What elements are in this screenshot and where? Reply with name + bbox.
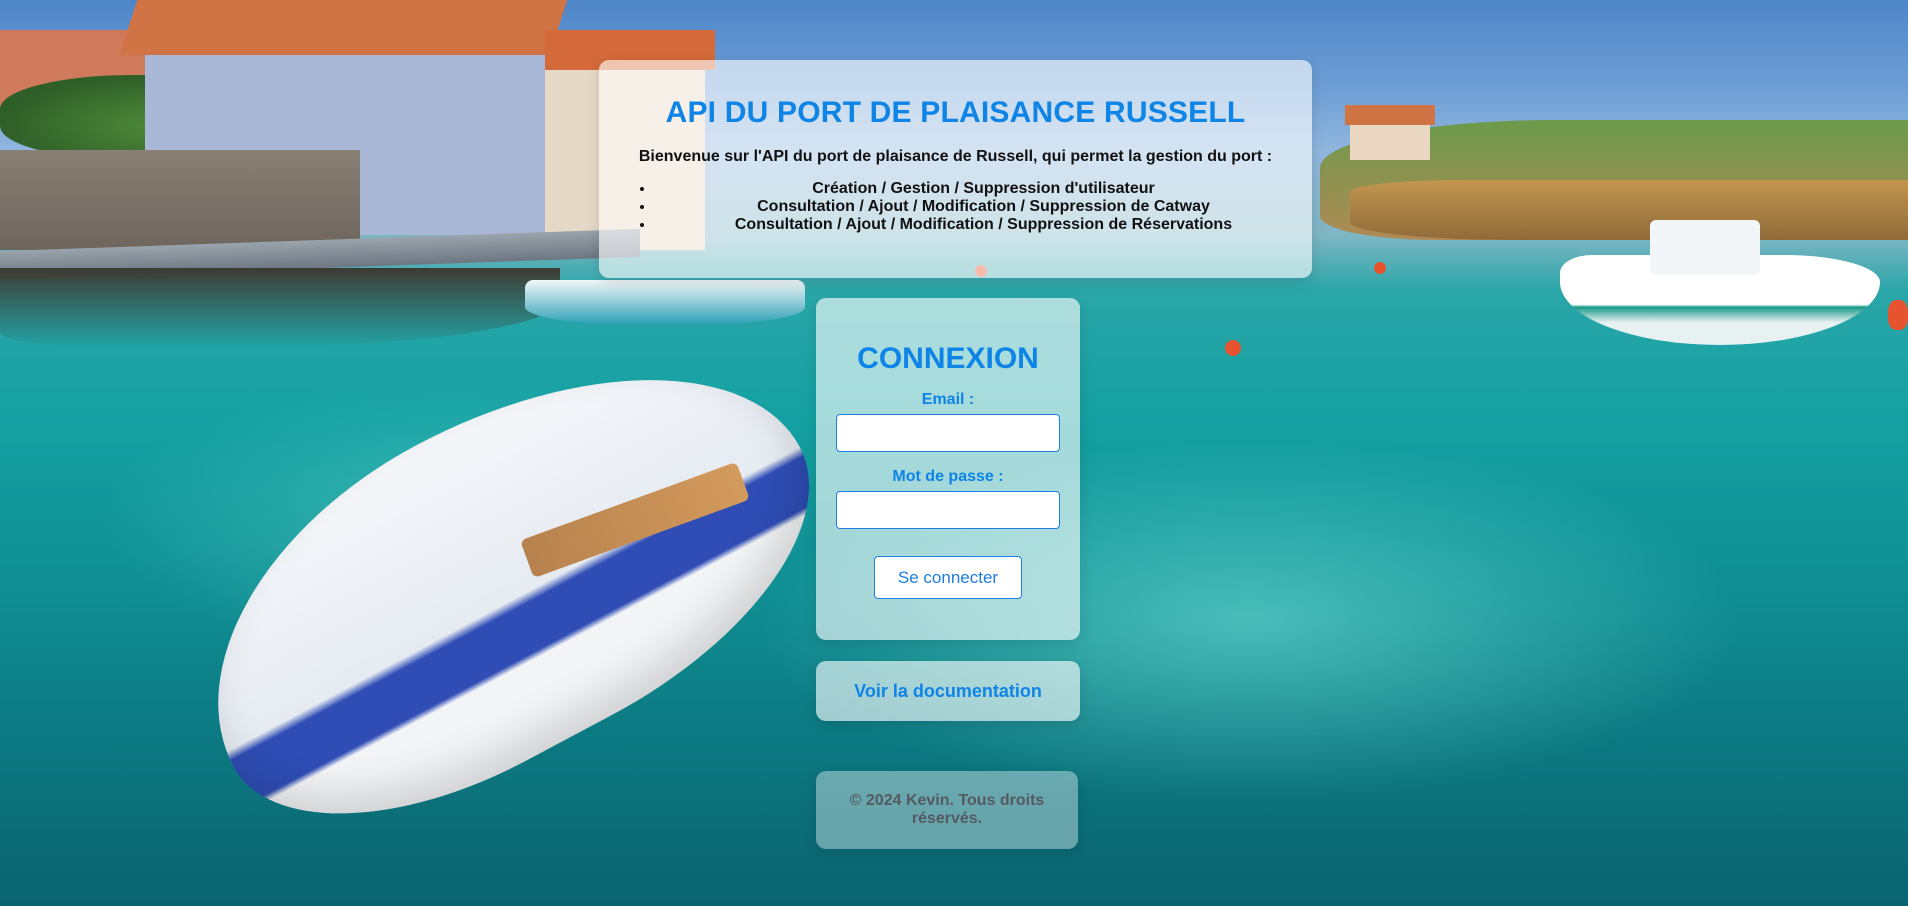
password-field[interactable]: [836, 491, 1060, 529]
background-roof: [119, 0, 571, 55]
intro-text: Bienvenue sur l'API du port de plaisance…: [638, 148, 1273, 165]
background-quay-wall: [0, 150, 360, 250]
email-field[interactable]: [836, 414, 1060, 452]
background-boat: [525, 280, 805, 325]
feature-item-catway: Consultation / Ajout / Modification / Su…: [655, 198, 1312, 216]
intro-panel: API DU PORT DE PLAISANCE RUSSELL Bienven…: [599, 60, 1312, 278]
password-label: Mot de passe :: [892, 468, 1004, 485]
copyright-text: © 2024 Kevin. Tous droits réservés.: [849, 792, 1045, 827]
page-background: API DU PORT DE PLAISANCE RUSSELL Bienven…: [0, 0, 1908, 906]
docs-panel: Voir la documentation: [816, 661, 1080, 721]
documentation-link[interactable]: Voir la documentation: [854, 681, 1042, 702]
login-panel: CONNEXION Email : Mot de passe : Se conn…: [816, 298, 1080, 640]
background-rowboat: [140, 286, 870, 884]
background-roof: [1345, 105, 1435, 125]
login-button[interactable]: Se connecter: [874, 556, 1022, 599]
feature-item-users: Création / Gestion / Suppression d'utili…: [655, 180, 1312, 198]
feature-list: Création / Gestion / Suppression d'utili…: [599, 180, 1312, 234]
login-title: CONNEXION: [857, 342, 1039, 375]
footer: © 2024 Kevin. Tous droits réservés.: [816, 771, 1078, 849]
background-buoy: [1225, 340, 1241, 356]
background-boat-cabin: [1650, 220, 1760, 275]
background-cliff: [1350, 180, 1908, 240]
feature-item-reservations: Consultation / Ajout / Modification / Su…: [655, 216, 1312, 234]
background-rocks: [0, 268, 560, 348]
background-buoy: [1374, 262, 1386, 274]
background-buoy: [1888, 300, 1908, 330]
page-title: API DU PORT DE PLAISANCE RUSSELL: [665, 96, 1246, 129]
email-label: Email :: [921, 391, 975, 408]
